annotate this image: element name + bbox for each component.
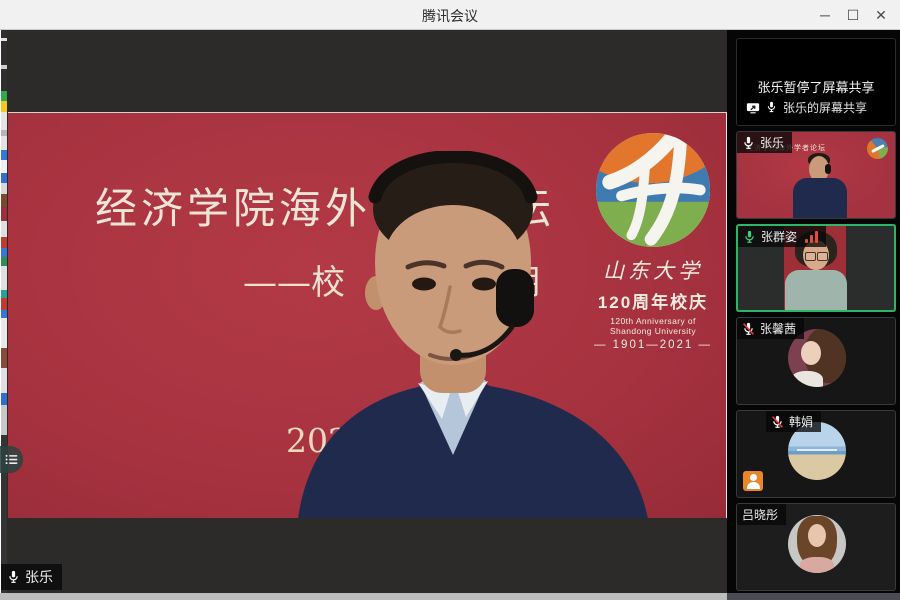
avatar [788, 515, 846, 573]
mic-muted-icon [742, 322, 755, 336]
mic-on-icon [7, 570, 20, 584]
list-icon [5, 454, 18, 465]
stage-speaker-name: 张乐 [25, 567, 53, 587]
participant-name: 吕晓彤 [742, 506, 778, 523]
maximize-button[interactable]: ☐ [840, 3, 866, 27]
participant-label: 吕晓彤 [737, 504, 786, 525]
participant-tile-zhangxinqian[interactable]: 张馨茜 [736, 317, 896, 405]
window-title: 腾讯会议 [0, 6, 900, 26]
minimize-button[interactable]: ─ [812, 3, 838, 27]
meeting-window: 腾讯会议 ─ ☐ ✕ 经济学院海外学者论坛 ——校 期 202 [0, 0, 900, 600]
speaker-figure [290, 151, 660, 518]
participants-sidebar: 张乐暂停了屏幕共享 张乐的屏幕共享 经济学院海外学者论坛 [727, 30, 900, 593]
participant-label: 张群姿 [738, 226, 826, 247]
participant-label: 张馨茜 [737, 318, 804, 339]
mic-muted-icon [771, 415, 784, 429]
window-bottom-edge [0, 593, 727, 600]
mic-active-icon [743, 230, 756, 244]
title-bar: 腾讯会议 ─ ☐ ✕ [0, 0, 900, 30]
speaker-video[interactable]: 经济学院海外学者论坛 ——校 期 202 [8, 112, 727, 518]
participant-tile-hanjuan[interactable]: 韩娟 [736, 410, 896, 498]
participant-tile-zhangqunzi[interactable]: 张群姿 [736, 224, 896, 312]
participant-tile-lvxiaotong[interactable]: 吕晓彤 [736, 503, 896, 591]
participant-label: 张乐 [737, 132, 792, 153]
screen-share-icon [746, 102, 760, 114]
window-bottom-edge-right [727, 593, 900, 600]
participant-label: 韩娟 [766, 411, 821, 432]
share-paused-message: 张乐暂停了屏幕共享 [737, 77, 895, 96]
share-paused-tile[interactable]: 张乐暂停了屏幕共享 张乐的屏幕共享 [736, 38, 896, 126]
share-caption: 张乐的屏幕共享 [783, 99, 867, 116]
participant-name: 张馨茜 [760, 320, 796, 337]
mini-headset-icon [825, 164, 831, 174]
participant-badge-icon [743, 471, 763, 491]
mini-logo-icon [867, 138, 888, 159]
participant-tile-zhangle[interactable]: 经济学院海外学者论坛 张乐 [736, 131, 896, 219]
participant-name: 韩娟 [789, 413, 813, 430]
mic-on-icon [765, 101, 778, 115]
glasses-icon [805, 252, 816, 261]
network-signal-icon [805, 231, 818, 243]
participant-name: 张乐 [760, 134, 784, 151]
mic-on-icon [742, 136, 755, 150]
stage-speaker-label: 张乐 [1, 564, 62, 590]
participant-name: 张群姿 [761, 228, 797, 245]
main-video-stage: 经济学院海外学者论坛 ——校 期 202 [7, 30, 727, 593]
close-button[interactable]: ✕ [868, 3, 894, 27]
glasses-icon [817, 252, 828, 261]
edge-strip [0, 30, 7, 593]
